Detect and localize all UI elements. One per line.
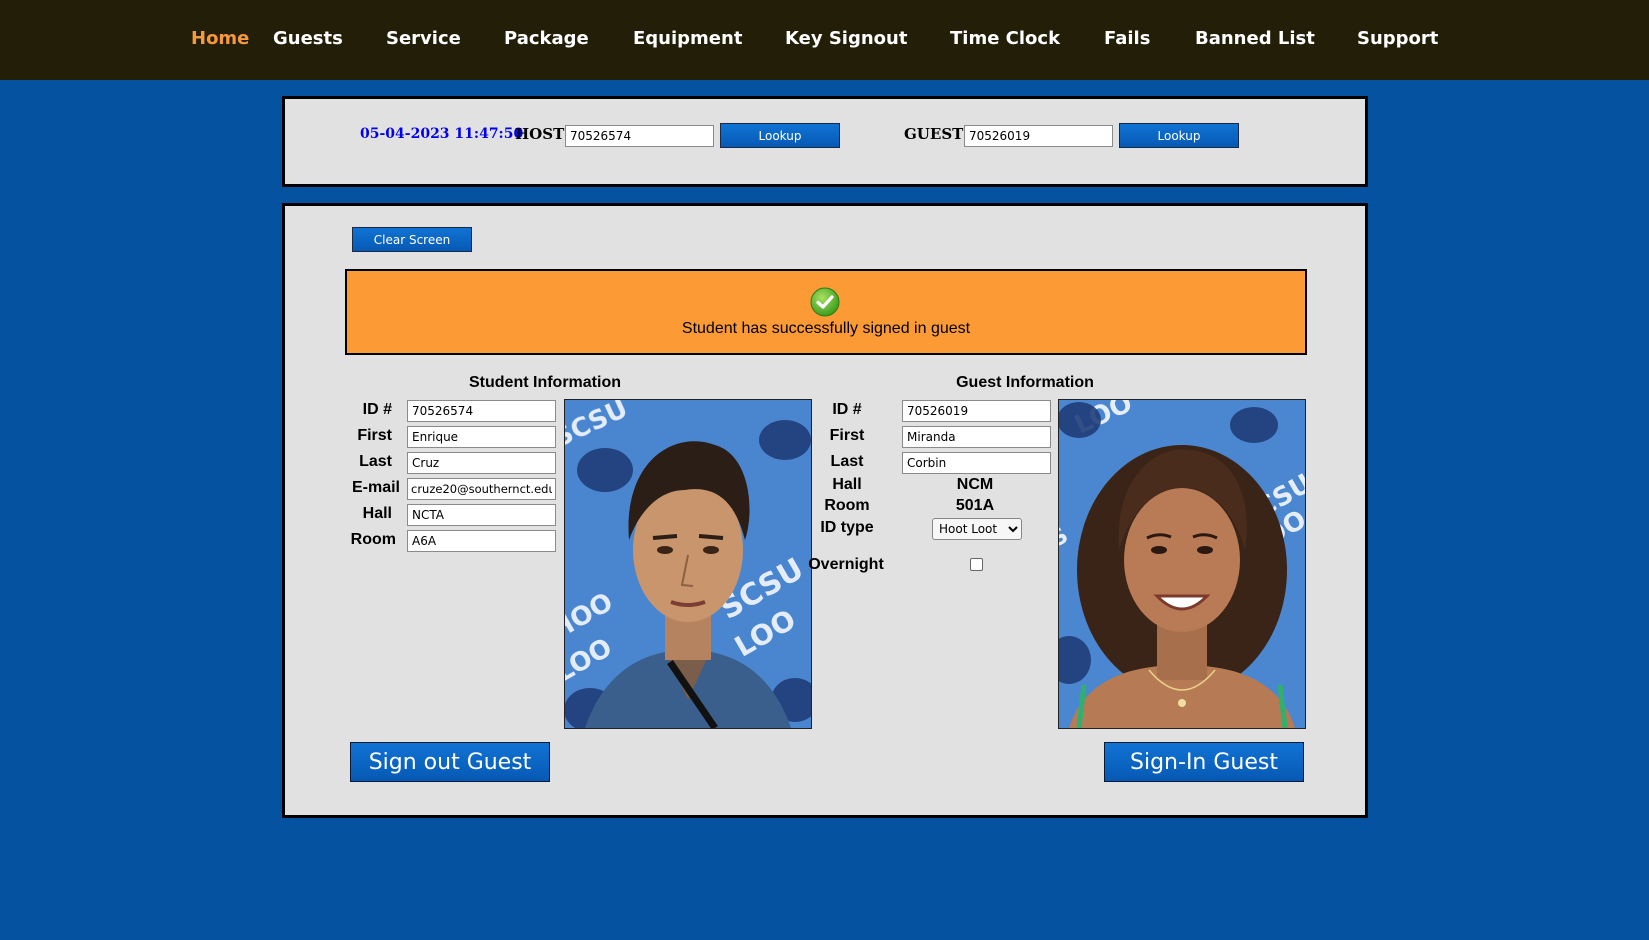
nav-time-clock[interactable]: Time Clock xyxy=(950,28,1060,49)
host-lookup-button[interactable]: Lookup xyxy=(720,123,840,148)
sign-in-guest-button[interactable]: Sign-In Guest xyxy=(1104,742,1304,782)
clear-screen-button[interactable]: Clear Screen xyxy=(352,227,472,252)
guest-id-label: ID # xyxy=(832,401,862,418)
student-hall-label: Hall xyxy=(362,505,392,522)
guest-first-label: First xyxy=(829,427,865,444)
lookup-panel: 05-04-2023 11:47:50 HOST Lookup GUEST Lo… xyxy=(282,96,1368,187)
status-banner: Student has successfully signed in guest xyxy=(345,269,1307,355)
guest-info-title: Guest Information xyxy=(956,374,1094,391)
nav-banned-list[interactable]: Banned List xyxy=(1195,28,1315,49)
guest-overnight-checkbox[interactable] xyxy=(970,558,983,571)
sign-out-guest-button[interactable]: Sign out Guest xyxy=(350,742,550,782)
student-email-label: E-mail xyxy=(351,479,400,496)
top-nav: Home Guests Service Package Equipment Ke… xyxy=(0,0,1649,80)
status-message: Student has successfully signed in guest xyxy=(681,320,971,337)
student-last-label: Last xyxy=(359,453,392,470)
guest-label: GUEST xyxy=(904,125,964,143)
nav-fails[interactable]: Fails xyxy=(1104,28,1150,49)
host-id-input[interactable] xyxy=(565,125,714,147)
student-photo: SCSU SCSU HOO LOO LOO xyxy=(564,399,812,729)
nav-service[interactable]: Service xyxy=(386,28,461,49)
student-hall-field[interactable] xyxy=(407,504,556,526)
student-email-field[interactable] xyxy=(407,478,556,500)
student-id-field[interactable] xyxy=(407,400,556,422)
guest-overnight-label: Overnight xyxy=(808,556,884,573)
guest-hall-label: Hall xyxy=(832,476,862,493)
guest-lookup-button[interactable]: Lookup xyxy=(1119,123,1239,148)
nav-key-signout[interactable]: Key Signout xyxy=(785,28,907,49)
student-room-field[interactable] xyxy=(407,530,556,552)
current-datetime: 05-04-2023 11:47:50 xyxy=(360,126,524,142)
nav-guests[interactable]: Guests xyxy=(273,28,343,49)
nav-home[interactable]: Home xyxy=(191,28,249,49)
nav-package[interactable]: Package xyxy=(504,28,589,49)
student-first-field[interactable] xyxy=(407,426,556,448)
host-label: HOST xyxy=(515,125,565,143)
guest-hall-value: NCM xyxy=(956,476,994,493)
guest-last-field[interactable] xyxy=(902,452,1051,474)
guest-photo: LOO SCSU HOO S xyxy=(1058,399,1306,729)
student-info-title: Student Information xyxy=(469,374,621,391)
guest-id-input[interactable] xyxy=(964,125,1113,147)
main-panel: Clear Screen Student has successfully si… xyxy=(282,203,1368,818)
student-last-field[interactable] xyxy=(407,452,556,474)
student-id-label: ID # xyxy=(362,401,392,418)
guest-room-value: 501A xyxy=(955,497,995,514)
guest-idtype-label: ID type xyxy=(820,519,874,536)
guest-room-label: Room xyxy=(824,497,870,514)
guest-first-field[interactable] xyxy=(902,426,1051,448)
student-room-label: Room xyxy=(350,531,396,548)
guest-id-field[interactable] xyxy=(902,400,1051,422)
nav-support[interactable]: Support xyxy=(1357,28,1438,49)
check-circle-icon xyxy=(810,287,840,317)
guest-idtype-select[interactable]: Hoot Loot xyxy=(932,518,1022,540)
guest-last-label: Last xyxy=(830,453,864,470)
student-first-label: First xyxy=(357,427,392,444)
nav-equipment[interactable]: Equipment xyxy=(633,28,742,49)
